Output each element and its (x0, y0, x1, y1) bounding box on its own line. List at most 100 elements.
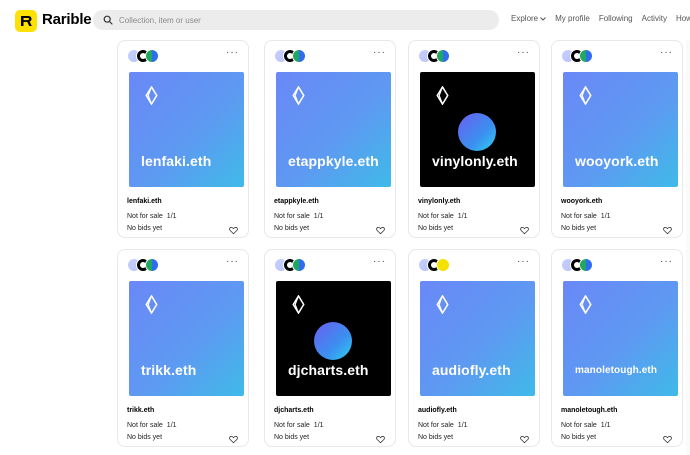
sale-status: Not for sale 1/1 (127, 213, 177, 220)
edition-quantity: 1/1 (457, 213, 468, 220)
owner-avatars[interactable] (561, 49, 601, 63)
sale-status-text: Not for sale (274, 422, 310, 429)
owner-avatars[interactable] (418, 258, 458, 272)
avatar[interactable] (292, 49, 306, 63)
nft-title[interactable]: vinylonly.eth (418, 198, 460, 205)
nav-activity[interactable]: Activity (642, 14, 667, 23)
nft-card[interactable]: ··· manoletough.eth manoletough.eth Not … (551, 249, 683, 447)
artwork-label: djcharts.eth (288, 362, 369, 378)
nav-my-profile[interactable]: My profile (555, 14, 590, 23)
owner-avatars[interactable] (127, 49, 167, 63)
sale-status: Not for sale 1/1 (561, 213, 611, 220)
more-dots-icon[interactable]: ··· (660, 48, 673, 58)
artwork-label: audiofly.eth (432, 362, 511, 378)
edition-quantity: 1/1 (313, 422, 324, 429)
heart-icon[interactable] (520, 222, 529, 235)
main-nav: Explore My profile Following Activity Ho… (511, 14, 690, 23)
sale-status: Not for sale 1/1 (274, 213, 324, 220)
artwork-label: etappkyle.eth (288, 153, 379, 169)
sale-status-text: Not for sale (274, 213, 310, 220)
artwork-label: lenfaki.eth (141, 153, 212, 169)
nft-title[interactable]: wooyork.eth (561, 198, 602, 205)
nav-how-it-works[interactable]: How (676, 14, 690, 23)
sale-status-text: Not for sale (561, 422, 597, 429)
nft-artwork[interactable]: wooyork.eth (563, 72, 678, 187)
nft-artwork[interactable]: trikk.eth (129, 281, 244, 396)
owner-avatars[interactable] (418, 49, 458, 63)
owner-avatars[interactable] (274, 49, 314, 63)
avatar[interactable] (579, 49, 593, 63)
nft-card[interactable]: ··· wooyork.eth wooyork.eth Not for sale… (551, 40, 683, 238)
artwork-orb (314, 322, 352, 360)
avatar[interactable] (145, 49, 159, 63)
nft-artwork[interactable]: lenfaki.eth (129, 72, 244, 187)
sale-status-text: Not for sale (418, 213, 454, 220)
edition-quantity: 1/1 (600, 213, 611, 220)
nft-artwork[interactable]: etappkyle.eth (276, 72, 391, 187)
nft-title[interactable]: djcharts.eth (274, 407, 314, 414)
avatar[interactable] (436, 258, 450, 272)
ens-logo-icon (433, 85, 452, 106)
more-dots-icon[interactable]: ··· (373, 257, 386, 267)
more-dots-icon[interactable]: ··· (660, 257, 673, 267)
bids-status: No bids yet (418, 225, 454, 232)
more-dots-icon[interactable]: ··· (517, 257, 530, 267)
heart-icon[interactable] (376, 431, 385, 444)
top-nav-bar: Rarible Explore My profile Following Act… (0, 0, 690, 40)
rarible-logo-icon[interactable] (15, 10, 37, 32)
nft-artwork[interactable]: manoletough.eth (563, 281, 678, 396)
nft-title[interactable]: manoletough.eth (561, 407, 617, 414)
edition-quantity: 1/1 (313, 213, 324, 220)
nft-artwork[interactable]: djcharts.eth (276, 281, 391, 396)
brand-name[interactable]: Rarible (42, 11, 92, 28)
ens-logo-icon (576, 85, 595, 106)
avatar[interactable] (292, 258, 306, 272)
search-bar[interactable] (93, 10, 499, 30)
owner-avatars[interactable] (561, 258, 601, 272)
nft-title[interactable]: etappkyle.eth (274, 198, 319, 205)
nav-explore[interactable]: Explore (511, 14, 546, 23)
nft-card[interactable]: ··· etappkyle.eth etappkyle.eth Not for … (264, 40, 396, 238)
more-dots-icon[interactable]: ··· (373, 48, 386, 58)
chevron-down-icon (540, 16, 546, 21)
heart-icon[interactable] (229, 222, 238, 235)
nft-card[interactable]: ··· djcharts.eth djcharts.eth Not for sa… (264, 249, 396, 447)
nft-card[interactable]: ··· audiofly.eth audiofly.eth Not for sa… (408, 249, 540, 447)
nft-title[interactable]: audiofly.eth (418, 407, 457, 414)
bids-status: No bids yet (561, 225, 597, 232)
sale-status-text: Not for sale (561, 213, 597, 220)
more-dots-icon[interactable]: ··· (517, 48, 530, 58)
ens-logo-icon (142, 85, 161, 106)
nft-card[interactable]: ··· vinylonly.eth vinylonly.eth Not for … (408, 40, 540, 238)
heart-icon[interactable] (663, 431, 672, 444)
owner-avatars[interactable] (127, 258, 167, 272)
avatar[interactable] (436, 49, 450, 63)
more-dots-icon[interactable]: ··· (226, 48, 239, 58)
search-input[interactable] (119, 15, 479, 25)
nft-artwork[interactable]: vinylonly.eth (420, 72, 535, 187)
artwork-label: manoletough.eth (575, 365, 658, 376)
bids-status: No bids yet (127, 434, 163, 441)
nav-following[interactable]: Following (599, 14, 633, 23)
bids-status: No bids yet (274, 225, 310, 232)
heart-icon[interactable] (229, 431, 238, 444)
nft-artwork[interactable]: audiofly.eth (420, 281, 535, 396)
heart-icon[interactable] (663, 222, 672, 235)
ens-logo-icon (433, 294, 452, 315)
edition-quantity: 1/1 (457, 422, 468, 429)
ens-logo-icon (142, 294, 161, 315)
owner-avatars[interactable] (274, 258, 314, 272)
more-dots-icon[interactable]: ··· (226, 257, 239, 267)
heart-icon[interactable] (520, 431, 529, 444)
avatar[interactable] (579, 258, 593, 272)
nft-title[interactable]: trikk.eth (127, 407, 154, 414)
scrollbar[interactable] (686, 40, 690, 455)
heart-icon[interactable] (376, 222, 385, 235)
nft-title[interactable]: lenfaki.eth (127, 198, 162, 205)
sale-status: Not for sale 1/1 (418, 213, 468, 220)
nft-card[interactable]: ··· lenfaki.eth lenfaki.eth Not for sale… (117, 40, 249, 238)
nft-card[interactable]: ··· trikk.eth trikk.eth Not for sale 1/1 … (117, 249, 249, 447)
bids-status: No bids yet (561, 434, 597, 441)
bids-status: No bids yet (274, 434, 310, 441)
avatar[interactable] (145, 258, 159, 272)
